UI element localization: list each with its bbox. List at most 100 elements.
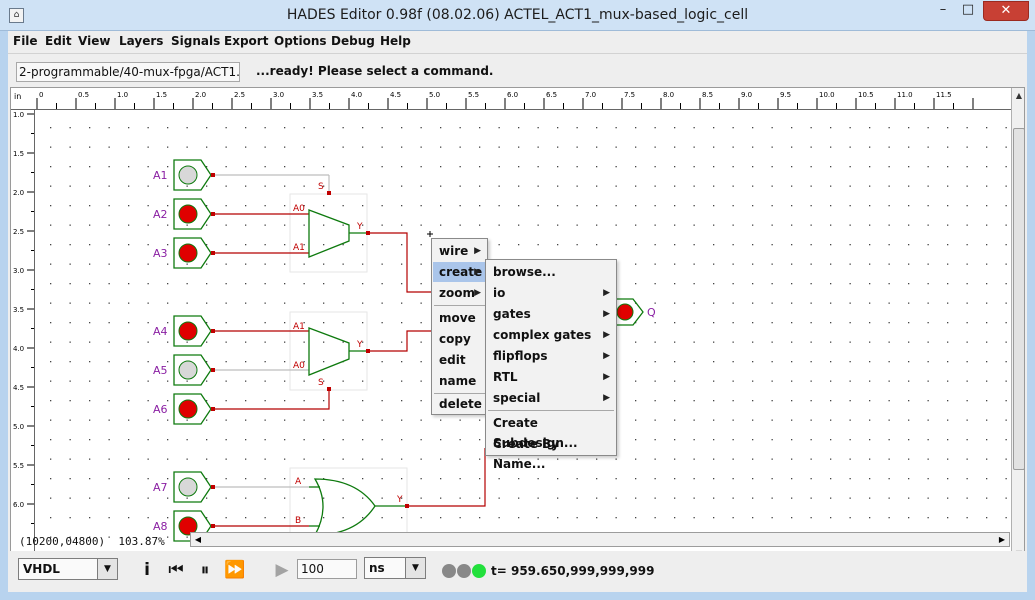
ctx-delete[interactable]: delete — [433, 394, 486, 414]
create-gates[interactable]: gates ▶ — [487, 304, 615, 324]
menu-help[interactable]: Help — [380, 34, 411, 48]
ruler-label: 6.0 — [13, 501, 24, 509]
chevron-right-icon: ▶ — [603, 330, 610, 340]
window-title: HADES Editor 0.98f (08.02.06) ACTEL_ACT1… — [286, 7, 749, 23]
ruler-label: 2.5 — [13, 228, 24, 236]
info-icon[interactable]: i — [136, 558, 158, 582]
status-led-3 — [472, 564, 486, 578]
input-label-a1: A1 — [153, 169, 168, 182]
create-submenu: browse... io ▶ gates ▶ complex gates ▶ flip… — [485, 259, 617, 471]
ctx-edit[interactable]: edit — [433, 350, 486, 370]
ctx-move[interactable]: move — [433, 308, 486, 328]
chevron-down-icon[interactable]: ▼ — [405, 558, 425, 578]
menu-file[interactable]: File — [13, 34, 38, 48]
mux1-pin-s: S — [318, 182, 324, 192]
ruler-label: 2.0 — [13, 189, 24, 197]
language-select[interactable]: VHDL ▼ — [18, 558, 118, 580]
or-pin-b: B — [295, 516, 301, 526]
input-label-a3: A3 — [153, 247, 168, 260]
menu-export[interactable]: Export — [224, 34, 268, 48]
chevron-right-icon: ▶ — [603, 288, 610, 298]
pause-icon[interactable]: ⏸ — [194, 558, 216, 582]
scroll-right-arrow[interactable]: ▶ — [996, 533, 1008, 546]
ctx-zoom[interactable]: zoom ▶ — [433, 283, 486, 303]
create-gates-label: gates — [493, 307, 531, 321]
status-message: ...ready! Please select a command. — [256, 64, 494, 78]
design-path-field[interactable]: 2-programmable/40-mux-fpga/ACT1.hds — [16, 62, 240, 82]
switch-led — [178, 360, 198, 380]
step-icon[interactable]: ▶ — [271, 558, 293, 582]
ruler-label: 6.0 — [507, 91, 518, 99]
create-special[interactable]: special ▶ — [487, 388, 615, 408]
switch-pin — [211, 329, 215, 333]
ctx-zoom-label: zoom — [439, 286, 475, 300]
menu-debug[interactable]: Debug — [331, 34, 375, 48]
ruler-label: 11.0 — [897, 91, 913, 99]
ruler-label: 2.0 — [195, 91, 206, 99]
ruler-label: 8.5 — [702, 91, 713, 99]
ruler-label: 10.5 — [858, 91, 874, 99]
led-q — [616, 303, 634, 321]
chevron-right-icon: ▶ — [474, 267, 481, 277]
create-separator — [488, 410, 614, 411]
input-label-a7: A7 — [153, 481, 168, 494]
rewind-icon[interactable]: ⏮ — [165, 558, 187, 582]
simulation-controls: VHDL ▼ i ⏮ ⏸ ⏩ ▶ 100 ns ▼ t= 959.650,999… — [8, 551, 1027, 592]
time-unit-value: ns — [369, 561, 385, 575]
switch-led — [178, 243, 198, 263]
create-by-name[interactable]: Create By Name... — [487, 434, 615, 471]
fast-forward-icon[interactable]: ⏩ — [224, 558, 246, 582]
ctx-copy[interactable]: copy — [433, 329, 486, 349]
ruler-label: 11.5 — [936, 91, 952, 99]
menu-edit[interactable]: Edit — [45, 34, 72, 48]
create-complex-gates-label: complex gates — [493, 328, 592, 342]
ruler-label: 4.0 — [351, 91, 362, 99]
or-pin-y: Y — [396, 495, 403, 505]
ctx-create[interactable]: create ▶ — [433, 262, 486, 282]
create-browse[interactable]: browse... — [487, 262, 615, 282]
ruler-label: 8.0 — [663, 91, 674, 99]
simulation-time: t= 959.650,999,999,999 — [491, 564, 655, 578]
switch-pin — [211, 368, 215, 372]
scroll-left-arrow[interactable]: ◀ — [192, 533, 204, 546]
chevron-down-icon[interactable]: ▼ — [97, 559, 117, 579]
create-subdesign[interactable]: Create Subdesign... — [487, 413, 615, 450]
menu-view[interactable]: View — [78, 34, 110, 48]
menu-options[interactable]: Options — [274, 34, 327, 48]
ruler-label: 7.5 — [624, 91, 635, 99]
ruler-label: 1.0 — [13, 111, 24, 119]
mux2-pin-a1: A1 — [293, 322, 305, 332]
create-flipflops[interactable]: flipflops ▶ — [487, 346, 615, 366]
create-rtl[interactable]: RTL ▶ — [487, 367, 615, 387]
mux1-pin-a0: A0 — [293, 204, 305, 214]
maximize-button[interactable]: □ — [956, 1, 980, 21]
time-unit-select[interactable]: ns ▼ — [364, 557, 426, 579]
menu-layers[interactable]: Layers — [119, 34, 163, 48]
schematic-canvas[interactable]: A1 A2 A3 A4 A5 A6 A7 A8 S A0 A1 Y S A1 A0 — [10, 87, 1025, 562]
ruler-label: 6.5 — [546, 91, 557, 99]
horizontal-scrollbar[interactable]: ◀ ▶ — [190, 532, 1010, 547]
switch-pin — [211, 407, 215, 411]
ruler-label: 5.5 — [468, 91, 479, 99]
input-label-a5: A5 — [153, 364, 168, 377]
create-io-label: io — [493, 286, 506, 300]
scroll-up-arrow[interactable]: ▲ — [1013, 89, 1024, 103]
ruler-label: 3.0 — [273, 91, 284, 99]
create-io[interactable]: io ▶ — [487, 283, 615, 303]
ruler-label: 5.0 — [13, 423, 24, 431]
ruler-label: 4.0 — [13, 345, 24, 353]
vertical-scrollbar[interactable]: ▲ ▼ — [1011, 88, 1024, 561]
chevron-right-icon: ▶ — [474, 246, 481, 256]
time-step-field[interactable]: 100 — [297, 559, 357, 579]
create-complex-gates[interactable]: complex gates ▶ — [487, 325, 615, 345]
close-button[interactable]: ✕ — [983, 1, 1029, 21]
ruler-label: 10.0 — [819, 91, 835, 99]
vertical-scroll-thumb[interactable] — [1013, 128, 1024, 470]
ctx-name[interactable]: name — [433, 371, 486, 391]
minimize-button[interactable]: – — [931, 1, 955, 21]
chevron-right-icon: ▶ — [474, 288, 481, 298]
ctx-wire-label: wire — [439, 244, 469, 258]
menu-signals[interactable]: Signals — [171, 34, 220, 48]
create-rtl-label: RTL — [493, 370, 518, 384]
ctx-wire[interactable]: wire ▶ — [433, 241, 486, 261]
